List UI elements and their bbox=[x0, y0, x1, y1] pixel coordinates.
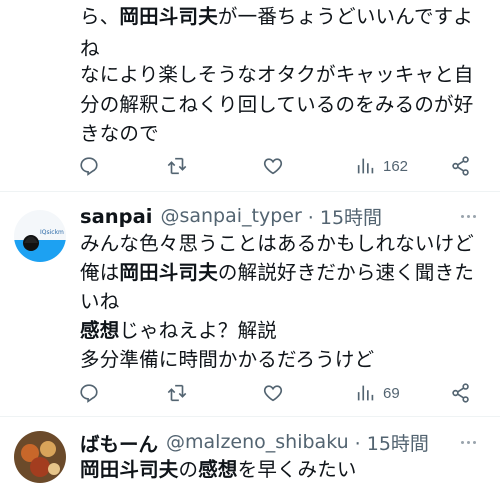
reply-button[interactable] bbox=[78, 151, 100, 181]
post-2[interactable]: IQsickm sanpai @sanpai_typer · 15時間 みんな色… bbox=[0, 192, 500, 416]
author-name[interactable]: ばもーん bbox=[80, 428, 158, 457]
avatar[interactable] bbox=[14, 431, 66, 483]
avatar-image bbox=[14, 431, 66, 483]
text-segment: が一番ちょうどいいんですよ bbox=[217, 5, 474, 28]
text-segment: の解説好きだから速く聞きた bbox=[217, 261, 475, 284]
post-2-line-5: 多分準備に時間かかるだろうけど bbox=[80, 347, 374, 373]
post-1-line-3: なにより楽しそうなオタクがキャッキャと自 bbox=[80, 62, 474, 88]
post-2-actions: 69 bbox=[0, 378, 500, 408]
like-icon bbox=[263, 158, 283, 175]
views-button[interactable]: 162 bbox=[355, 151, 408, 181]
post-1[interactable]: ら、岡田斗司夫が一番ちょうどいいんですよ ね なにより楽しそうなオタクがキャッキ… bbox=[0, 0, 500, 192]
post-time[interactable]: · 15時間 bbox=[355, 429, 429, 456]
bold-keyword: 岡田斗司夫 bbox=[80, 458, 179, 481]
text-segment: なにより楽しそうなオタクがキャッキャと自 bbox=[80, 63, 474, 86]
views-count: 69 bbox=[383, 384, 400, 402]
post-1-actions: 162 bbox=[0, 151, 500, 181]
post-1-line-2: ね bbox=[80, 36, 100, 62]
text-segment: ね bbox=[80, 37, 100, 60]
avatar[interactable]: IQsickm bbox=[14, 210, 66, 262]
share-button[interactable] bbox=[450, 378, 472, 408]
post-2-line-3: いね bbox=[80, 289, 119, 315]
post-time[interactable]: · 15時間 bbox=[308, 203, 382, 230]
text-segment: 分の解釈こねくり回しているのをみるのが好 bbox=[80, 93, 474, 116]
bold-keyword: 岡田斗司夫 bbox=[119, 261, 218, 284]
author-handle[interactable]: @sanpai_typer bbox=[160, 205, 301, 227]
post-2-line-1: みんな色々思うことはあるかもしれないけど bbox=[80, 231, 474, 257]
views-button[interactable]: 69 bbox=[355, 378, 400, 408]
post-3-header: ばもーん @malzeno_shibaku · 15時間 bbox=[80, 428, 429, 456]
post-1-line-4: 分の解釈こねくり回しているのをみるのが好 bbox=[80, 92, 473, 118]
retweet-icon bbox=[167, 157, 187, 175]
share-icon bbox=[452, 383, 469, 403]
views-icon bbox=[357, 158, 374, 174]
post-2-line-2: 俺は岡田斗司夫の解説好きだから速く聞きた bbox=[80, 260, 474, 286]
text-segment: じゃねえよ？解説 bbox=[119, 319, 278, 342]
reply-icon bbox=[80, 384, 98, 403]
text-segment: みんな色々思うことはあるかもしれないけど bbox=[80, 232, 475, 255]
views-icon bbox=[357, 385, 374, 401]
share-icon bbox=[452, 156, 469, 176]
post-1-line-5: きなので bbox=[80, 121, 159, 147]
post-1-line-1: ら、岡田斗司夫が一番ちょうどいいんですよ bbox=[80, 4, 473, 30]
bold-keyword: 感想 bbox=[80, 319, 120, 342]
text-segment: ら、 bbox=[80, 5, 120, 28]
bold-keyword: 岡田斗司夫 bbox=[119, 5, 218, 28]
author-name[interactable]: sanpai bbox=[80, 205, 152, 228]
text-segment: 多分準備に時間かかるだろうけど bbox=[80, 348, 375, 371]
like-button[interactable] bbox=[262, 151, 284, 181]
text-segment: の bbox=[178, 458, 199, 481]
text-segment: 俺は bbox=[80, 261, 120, 284]
views-count: 162 bbox=[383, 157, 409, 175]
bold-keyword: 感想 bbox=[198, 458, 238, 481]
retweet-icon bbox=[167, 384, 187, 402]
text-segment: いね bbox=[80, 290, 120, 313]
text-segment: きなので bbox=[80, 122, 159, 145]
post-3-line-1: 岡田斗司夫の感想を早くみたい bbox=[80, 457, 357, 483]
more-button[interactable] bbox=[458, 206, 478, 226]
retweet-button[interactable] bbox=[166, 378, 188, 408]
avatar-label: IQsickm bbox=[40, 229, 64, 236]
post-2-header: sanpai @sanpai_typer · 15時間 bbox=[80, 202, 382, 230]
share-button[interactable] bbox=[450, 151, 472, 181]
text-segment: を早くみたい bbox=[237, 458, 357, 481]
reply-button[interactable] bbox=[78, 378, 100, 408]
more-button[interactable] bbox=[458, 432, 478, 452]
post-3[interactable]: ばもーん @malzeno_shibaku · 15時間 岡田斗司夫の感想を早く… bbox=[0, 417, 500, 487]
reply-icon bbox=[80, 157, 98, 176]
retweet-button[interactable] bbox=[166, 151, 188, 181]
like-icon bbox=[263, 385, 283, 402]
avatar-image: IQsickm bbox=[14, 210, 66, 262]
like-button[interactable] bbox=[262, 378, 284, 408]
author-handle[interactable]: @malzeno_shibaku bbox=[166, 431, 349, 453]
post-2-line-4: 感想じゃねえよ？解説 bbox=[80, 318, 277, 344]
